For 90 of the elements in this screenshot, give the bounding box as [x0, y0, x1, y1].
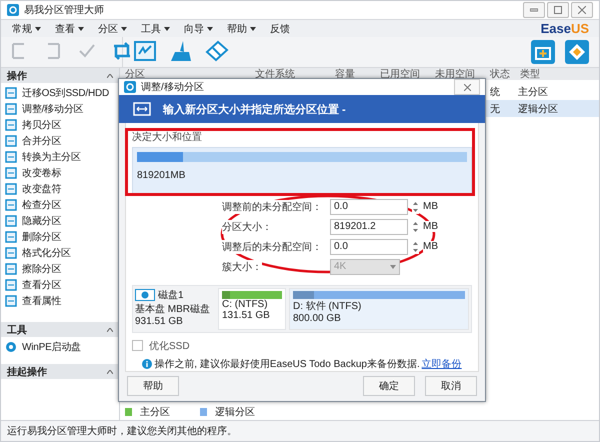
sidebar-item[interactable]: 查看分区	[1, 277, 119, 293]
partition-block[interactable]: C: (NTFS) 131.51 GB	[218, 288, 286, 330]
caret-icon	[390, 264, 396, 269]
input-field[interactable]: 0.0	[330, 198, 408, 215]
partition-slider[interactable]	[137, 152, 467, 162]
column-header[interactable]: 未用空间	[435, 68, 490, 80]
sidebar-item[interactable]: WinPE启动盘	[1, 339, 119, 355]
partition-size: 131.51 GB	[222, 310, 271, 321]
close-icon	[578, 6, 586, 14]
caret-icon	[207, 26, 213, 30]
sidebar-item[interactable]: 擦除分区	[1, 261, 119, 277]
caret-icon	[250, 26, 256, 30]
refresh-icon[interactable]	[111, 40, 133, 60]
backup-link[interactable]: 立即备份	[422, 356, 462, 371]
window-title: 易我分区管理大师	[24, 4, 104, 17]
section-header[interactable]: 工具	[1, 322, 119, 337]
sidebar-item[interactable]: 迁移OS到SSD/HDD	[1, 85, 119, 101]
ok-button[interactable]: 确定	[363, 376, 415, 396]
dialog-banner-text: 输入新分区大小并指定所选分区位置 -	[163, 102, 346, 117]
column-header[interactable]: 状态	[490, 68, 520, 80]
resize-icon	[133, 102, 151, 116]
menu-item[interactable]: 工具	[134, 22, 177, 36]
sidebar-item[interactable]: 删除分区	[1, 229, 119, 245]
broom-icon[interactable]	[169, 40, 193, 62]
caret-icon	[107, 74, 113, 78]
column-header[interactable]: 类型	[520, 68, 599, 80]
sidebar-item[interactable]: 改变卷标	[1, 165, 119, 181]
sidebar-item[interactable]: 格式化分区	[1, 245, 119, 261]
minimize-icon	[530, 8, 538, 12]
checkbox-label: 优化SSD	[149, 340, 190, 353]
menu-item[interactable]: 查看	[48, 22, 91, 36]
sidebar-item[interactable]: 改变盘符	[1, 181, 119, 197]
toolbox-icon[interactable]	[531, 40, 555, 64]
unit-label: MB	[423, 241, 438, 252]
sidebar-item[interactable]: 转换为主分区	[1, 149, 119, 165]
close-button[interactable]	[571, 2, 593, 18]
app-logo-icon	[7, 4, 19, 16]
menu-item[interactable]: 反馈	[263, 22, 297, 36]
menu-item[interactable]: 分区	[91, 22, 134, 36]
caret-icon	[78, 26, 84, 30]
group-title: 决定大小和位置	[132, 130, 203, 144]
column-header[interactable]: 已用空间	[380, 68, 435, 80]
help-button[interactable]: 帮助	[127, 376, 179, 396]
caret-icon	[107, 370, 113, 374]
logo-text: EaseUS	[540, 21, 589, 36]
column-header[interactable]: 文件系统	[255, 68, 335, 80]
close-icon	[464, 84, 470, 91]
partition-name: C: (NTFS)	[222, 298, 269, 310]
input-field[interactable]: 0.0	[330, 238, 408, 255]
section-header[interactable]: 操作	[1, 68, 119, 83]
sidebar-item[interactable]: 隐藏分区	[1, 213, 119, 229]
status-bar: 运行易我分区管理大师时，建议您关闭其他的程序。	[1, 420, 599, 441]
sidebar-item[interactable]: 查看属性	[1, 293, 119, 309]
caret-icon	[35, 26, 41, 30]
minimize-button[interactable]	[523, 2, 545, 18]
disc-icon	[5, 341, 17, 353]
sidebar-item[interactable]: 拷贝分区	[1, 117, 119, 133]
column-header[interactable]: 容量	[335, 68, 380, 80]
notice-text: 操作之前, 建议你最好使用EaseUS Todo Backup来备份数据.	[154, 358, 420, 371]
input-field[interactable]: 819201.2	[330, 218, 408, 235]
sidebar-item[interactable]: 合并分区	[1, 133, 119, 149]
caret-icon	[121, 26, 127, 30]
dialog-title: 调整/移动分区	[141, 81, 204, 94]
maximize-icon	[554, 6, 562, 14]
disk-size: 931.51 GB	[135, 316, 184, 327]
info-icon	[142, 358, 152, 369]
partition-size-label: 819201MB	[137, 170, 186, 181]
partition-name: D: 软件 (NTFS)	[293, 300, 362, 313]
caret-icon	[107, 328, 113, 332]
legend-label: 主分区	[140, 406, 170, 419]
field-label: 簇大小：	[222, 260, 262, 274]
caret-icon	[164, 26, 170, 30]
cancel-button[interactable]: 取消	[425, 376, 477, 396]
section-header[interactable]: 挂起操作	[1, 364, 119, 379]
column-header[interactable]: 分区	[125, 68, 255, 80]
sidebar-item[interactable]: 检查分区	[1, 197, 119, 213]
eraser-icon[interactable]	[205, 40, 229, 62]
menu-item[interactable]: 帮助	[220, 22, 263, 36]
checkbox[interactable]	[132, 340, 143, 352]
maximize-button[interactable]	[547, 2, 569, 18]
partition-block[interactable]: D: 软件 (NTFS) 800.00 GB	[289, 288, 469, 330]
disk-type: 基本盘 MBR磁盘	[135, 302, 211, 316]
disk-name: 磁盘1	[158, 288, 184, 302]
menu-item[interactable]: 常规	[5, 22, 48, 36]
legend-label: 逻辑分区	[215, 406, 255, 419]
unit-label: MB	[423, 221, 438, 232]
partition-size: 800.00 GB	[293, 312, 342, 324]
menu-item[interactable]: 向导	[177, 22, 220, 36]
close-button[interactable]	[454, 79, 480, 96]
sidebar-item[interactable]: 调整/移动分区	[1, 101, 119, 117]
